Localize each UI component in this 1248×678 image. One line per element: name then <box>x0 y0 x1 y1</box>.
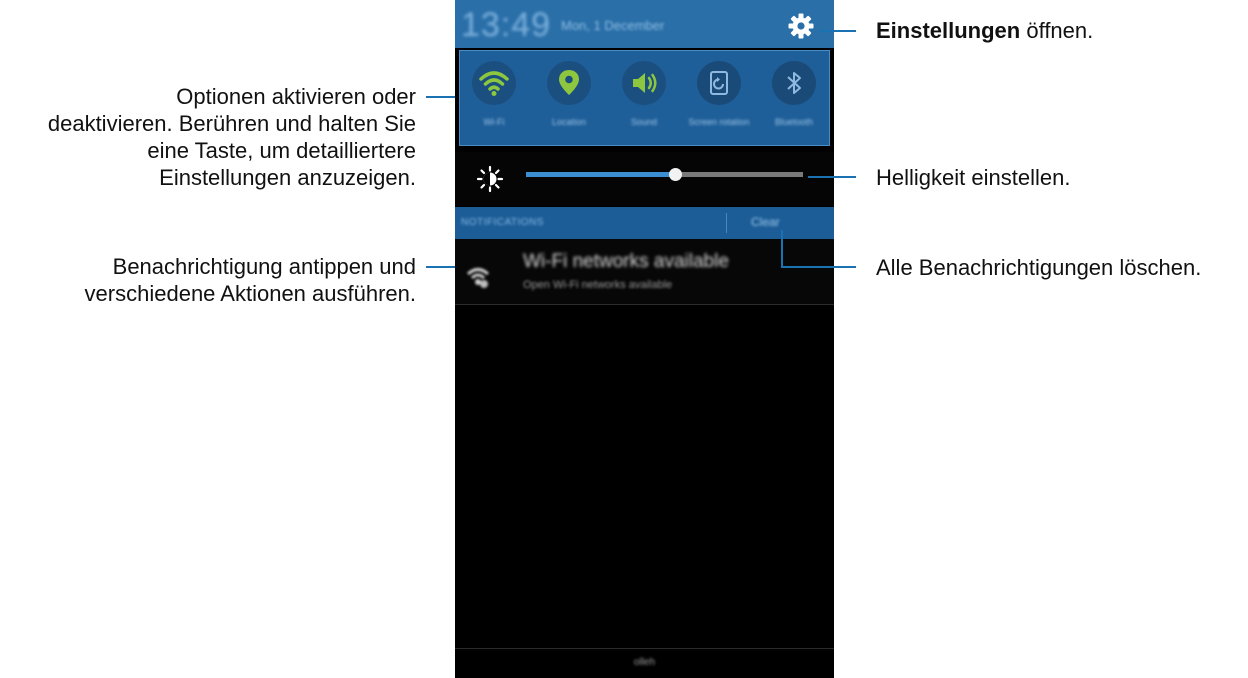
brightness-icon <box>476 165 504 193</box>
quick-setting-location[interactable]: Location <box>538 61 600 127</box>
screen-rotation-icon <box>697 61 741 105</box>
leader-line-clear-vertical <box>781 230 783 268</box>
phone-screen: 13:49 Mon, 1 December Wi-Fi Location Sou… <box>455 0 834 678</box>
quick-setting-label: Sound <box>630 117 658 127</box>
annotation-line: verschiedene Aktionen ausführen. <box>84 281 416 306</box>
annotation-settings-bold: Einstellungen <box>876 18 1021 43</box>
annotation-line: Optionen aktivieren oder <box>176 84 416 109</box>
quick-setting-label: Screen rotation <box>688 117 750 127</box>
carrier-footer: olleh <box>455 648 834 678</box>
date: Mon, 1 December <box>561 18 665 33</box>
quick-setting-wifi[interactable]: Wi-Fi <box>463 61 525 127</box>
quick-setting-label: Wi-Fi <box>483 117 505 127</box>
carrier-label: olleh <box>633 657 656 668</box>
quick-settings-panel: Wi-Fi Location Sound Screen rotation Blu… <box>459 50 830 146</box>
notification-title: Wi-Fi networks available <box>523 251 729 272</box>
clear-button[interactable]: Clear <box>751 215 780 229</box>
location-pin-icon <box>547 61 591 105</box>
quick-setting-label: Location <box>551 117 587 127</box>
annotation-line: deaktivieren. Berühren und halten Sie <box>47 111 416 136</box>
clock: 13:49 <box>461 6 552 44</box>
annotation-notification: Benachrichtigung antippen und verschiede… <box>0 253 416 307</box>
quick-setting-screen-rotation[interactable]: Screen rotation <box>688 61 750 127</box>
annotation-line: Einstellungen anzuzeigen. <box>159 165 416 190</box>
annotation-toggles: Optionen aktivieren oder deaktivieren. B… <box>0 83 416 191</box>
leader-line-toggles <box>426 96 455 98</box>
annotation-settings-rest: öffnen. <box>1020 18 1094 43</box>
wifi-icon <box>472 61 516 105</box>
notifications-title: NOTIFICATIONS <box>461 217 544 228</box>
brightness-slider-fill <box>526 172 676 177</box>
brightness-slider-track[interactable] <box>676 172 803 177</box>
annotation-line: eine Taste, um detailliertere <box>147 138 416 163</box>
annotation-line: Benachrichtigung antippen und <box>112 254 416 279</box>
quick-setting-label: Bluetooth <box>774 117 814 127</box>
notification-item[interactable]: Wi-Fi networks available Open Wi-Fi netw… <box>455 239 834 305</box>
leader-line-settings <box>819 30 856 32</box>
gear-icon[interactable] <box>787 12 815 40</box>
notification-subtitle: Open Wi-Fi networks available <box>523 279 673 291</box>
wifi-networks-icon <box>466 268 490 288</box>
bluetooth-icon <box>772 61 816 105</box>
status-bar: 13:49 Mon, 1 December <box>455 0 834 48</box>
brightness-row <box>455 152 834 206</box>
brightness-slider-thumb[interactable] <box>669 168 682 181</box>
leader-line-clear <box>781 266 856 268</box>
divider <box>726 213 727 233</box>
quick-setting-sound[interactable]: Sound <box>613 61 675 127</box>
speaker-icon <box>622 61 666 105</box>
annotation-clear: Alle Benachrichtigungen löschen. <box>876 255 1202 280</box>
leader-line-notification <box>426 266 455 268</box>
leader-line-brightness <box>808 176 856 178</box>
annotation-brightness: Helligkeit einstellen. <box>876 165 1071 190</box>
quick-setting-bluetooth[interactable]: Bluetooth <box>763 61 825 127</box>
annotation-settings: Einstellungen öffnen. <box>876 17 1093 44</box>
notifications-header: NOTIFICATIONS Clear <box>455 207 834 239</box>
